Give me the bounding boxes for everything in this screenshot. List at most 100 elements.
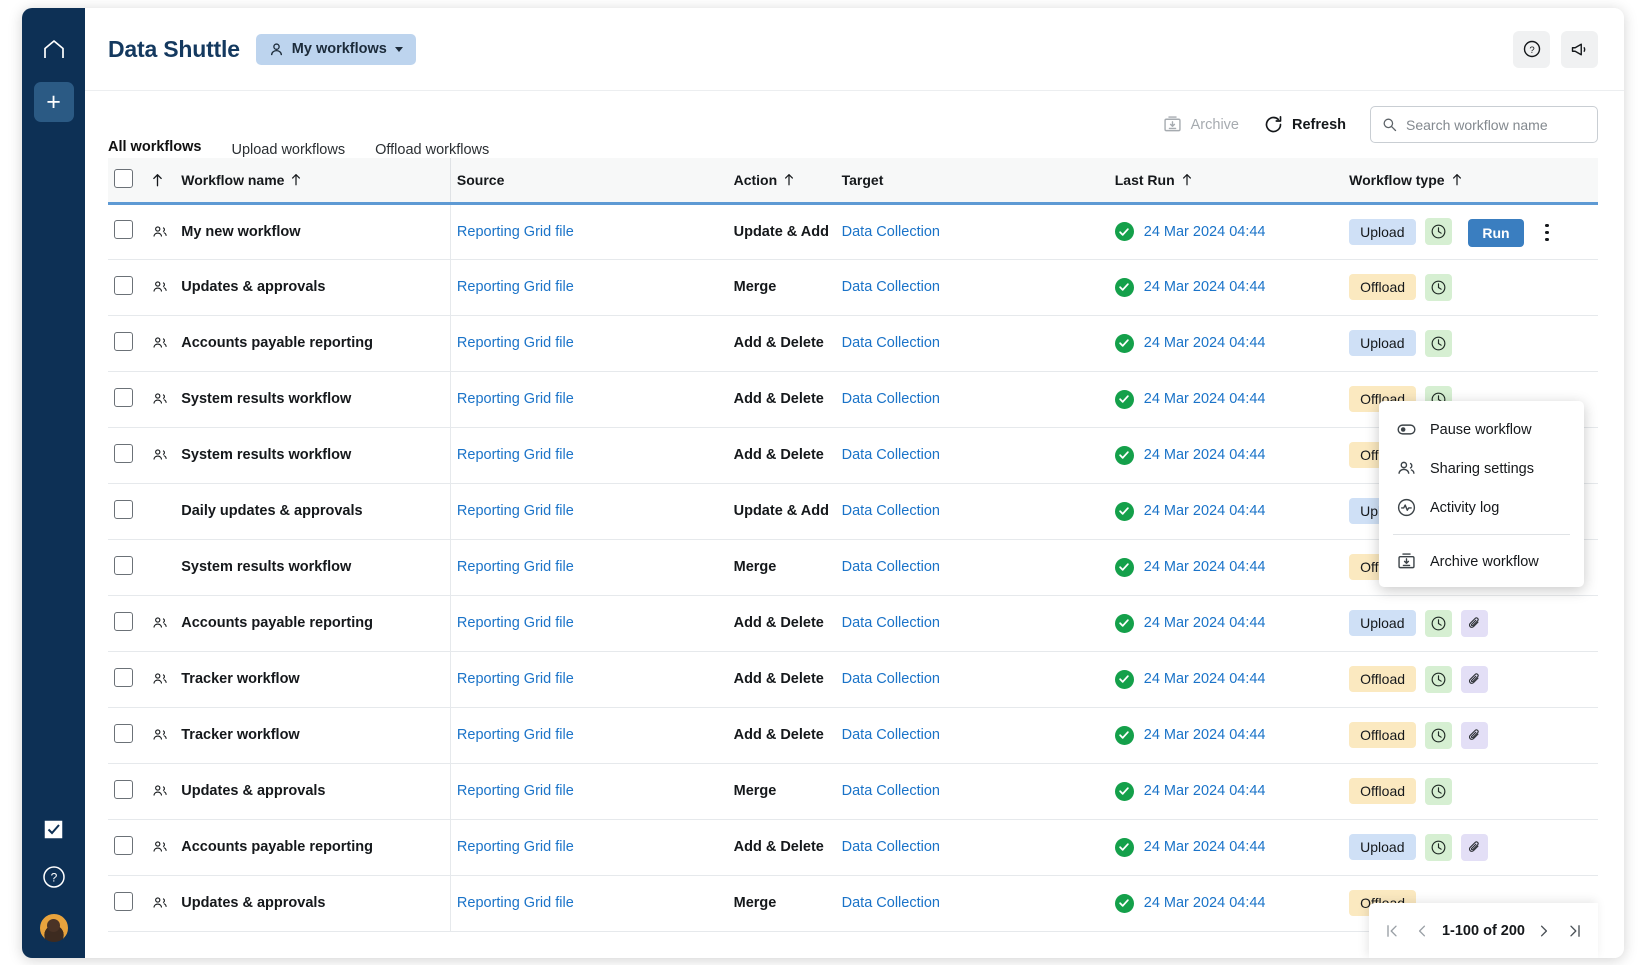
last-run-link[interactable]: 24 Mar 2024 04:44	[1144, 895, 1266, 911]
avatar[interactable]	[38, 912, 70, 944]
last-page-icon[interactable]	[1564, 917, 1586, 945]
home-icon[interactable]	[39, 34, 69, 64]
table-row[interactable]: System results workflowReporting Grid fi…	[108, 371, 1598, 427]
last-run-link[interactable]: 24 Mar 2024 04:44	[1144, 335, 1266, 351]
attachment-link-icon[interactable]	[1461, 610, 1488, 637]
source-link[interactable]: Reporting Grid file	[457, 783, 574, 799]
source-link[interactable]: Reporting Grid file	[457, 447, 574, 463]
schedule-clock-icon[interactable]	[1425, 610, 1452, 637]
table-row[interactable]: Updates & approvalsReporting Grid fileMe…	[108, 259, 1598, 315]
attachment-link-icon[interactable]	[1461, 666, 1488, 693]
row-checkbox[interactable]	[114, 332, 133, 351]
last-run-link[interactable]: 24 Mar 2024 04:44	[1144, 615, 1266, 631]
target-link[interactable]: Data Collection	[842, 615, 940, 631]
source-link[interactable]: Reporting Grid file	[457, 895, 574, 911]
schedule-clock-icon[interactable]	[1425, 274, 1452, 301]
last-run-link[interactable]: 24 Mar 2024 04:44	[1144, 447, 1266, 463]
source-link[interactable]: Reporting Grid file	[457, 503, 574, 519]
shared-sort-header[interactable]	[145, 158, 176, 203]
last-run-link[interactable]: 24 Mar 2024 04:44	[1144, 783, 1266, 799]
table-row[interactable]: Accounts payable reportingReporting Grid…	[108, 819, 1598, 875]
select-all-checkbox[interactable]	[114, 169, 133, 188]
schedule-clock-icon[interactable]	[1425, 218, 1452, 245]
column-workflow-type[interactable]: Workflow type	[1343, 158, 1598, 203]
table-row[interactable]: Tracker workflowReporting Grid fileAdd &…	[108, 707, 1598, 763]
last-run-link[interactable]: 24 Mar 2024 04:44	[1144, 559, 1266, 575]
source-link[interactable]: Reporting Grid file	[457, 671, 574, 687]
target-link[interactable]: Data Collection	[842, 391, 940, 407]
table-row[interactable]: My new workflowReporting Grid fileUpdate…	[108, 203, 1598, 259]
source-link[interactable]: Reporting Grid file	[457, 335, 574, 351]
column-action[interactable]: Action	[728, 158, 836, 203]
row-checkbox[interactable]	[114, 668, 133, 687]
schedule-clock-icon[interactable]	[1425, 834, 1452, 861]
table-row[interactable]: Daily updates & approvalsReporting Grid …	[108, 483, 1598, 539]
menu-item-activity-log[interactable]: Activity log	[1379, 488, 1584, 527]
attachment-link-icon[interactable]	[1461, 834, 1488, 861]
last-run-link[interactable]: 24 Mar 2024 04:44	[1144, 671, 1266, 687]
source-link[interactable]: Reporting Grid file	[457, 727, 574, 743]
source-link[interactable]: Reporting Grid file	[457, 391, 574, 407]
row-checkbox[interactable]	[114, 780, 133, 799]
column-workflow-name[interactable]: Workflow name	[175, 158, 450, 203]
schedule-clock-icon[interactable]	[1425, 666, 1452, 693]
last-run-link[interactable]: 24 Mar 2024 04:44	[1144, 224, 1266, 240]
schedule-clock-icon[interactable]	[1425, 778, 1452, 805]
next-page-icon[interactable]	[1533, 917, 1555, 945]
table-row[interactable]: System results workflowReporting Grid fi…	[108, 427, 1598, 483]
last-run-link[interactable]: 24 Mar 2024 04:44	[1144, 727, 1266, 743]
target-link[interactable]: Data Collection	[842, 279, 940, 295]
table-row[interactable]: Accounts payable reportingReporting Grid…	[108, 315, 1598, 371]
table-row[interactable]: Accounts payable reportingReporting Grid…	[108, 595, 1598, 651]
table-row[interactable]: System results workflowReporting Grid fi…	[108, 539, 1598, 595]
row-checkbox[interactable]	[114, 612, 133, 631]
help-circle-icon[interactable]: ?	[1513, 31, 1550, 68]
run-button[interactable]: Run	[1468, 219, 1524, 247]
row-checkbox[interactable]	[114, 724, 133, 743]
target-link[interactable]: Data Collection	[842, 783, 940, 799]
last-run-link[interactable]: 24 Mar 2024 04:44	[1144, 503, 1266, 519]
add-workflow-button[interactable]: +	[34, 82, 74, 122]
table-row[interactable]: Updates & approvalsReporting Grid fileMe…	[108, 763, 1598, 819]
target-link[interactable]: Data Collection	[842, 839, 940, 855]
row-checkbox[interactable]	[114, 836, 133, 855]
kebab-menu-icon[interactable]	[1536, 217, 1558, 249]
checkbox-checked-icon[interactable]	[41, 816, 67, 842]
target-link[interactable]: Data Collection	[842, 335, 940, 351]
last-run-link[interactable]: 24 Mar 2024 04:44	[1144, 391, 1266, 407]
target-link[interactable]: Data Collection	[842, 559, 940, 575]
source-link[interactable]: Reporting Grid file	[457, 559, 574, 575]
search-box[interactable]	[1370, 106, 1598, 143]
source-link[interactable]: Reporting Grid file	[457, 224, 574, 240]
menu-item-archive-workflow[interactable]: Archive workflow	[1379, 542, 1584, 581]
question-circle-icon[interactable]: ?	[41, 864, 67, 890]
row-checkbox[interactable]	[114, 556, 133, 575]
column-last-run[interactable]: Last Run	[1109, 158, 1343, 203]
target-link[interactable]: Data Collection	[842, 895, 940, 911]
target-link[interactable]: Data Collection	[842, 671, 940, 687]
row-checkbox[interactable]	[114, 892, 133, 911]
target-link[interactable]: Data Collection	[842, 727, 940, 743]
refresh-button[interactable]: Refresh	[1263, 114, 1346, 135]
source-link[interactable]: Reporting Grid file	[457, 615, 574, 631]
row-checkbox[interactable]	[114, 276, 133, 295]
target-link[interactable]: Data Collection	[842, 503, 940, 519]
menu-item-sharing-settings[interactable]: Sharing settings	[1379, 449, 1584, 488]
row-checkbox[interactable]	[114, 444, 133, 463]
attachment-link-icon[interactable]	[1461, 722, 1488, 749]
table-row[interactable]: Tracker workflowReporting Grid fileAdd &…	[108, 651, 1598, 707]
workflow-scope-selector[interactable]: My workflows	[256, 34, 416, 65]
menu-item-pause-workflow[interactable]: Pause workflow	[1379, 410, 1584, 449]
target-link[interactable]: Data Collection	[842, 447, 940, 463]
megaphone-icon[interactable]	[1561, 31, 1598, 68]
row-checkbox[interactable]	[114, 220, 133, 239]
schedule-clock-icon[interactable]	[1425, 722, 1452, 749]
archive-button[interactable]: Archive	[1162, 114, 1239, 135]
last-run-link[interactable]: 24 Mar 2024 04:44	[1144, 279, 1266, 295]
target-link[interactable]: Data Collection	[842, 224, 940, 240]
last-run-link[interactable]: 24 Mar 2024 04:44	[1144, 839, 1266, 855]
prev-page-icon[interactable]	[1411, 917, 1433, 945]
source-link[interactable]: Reporting Grid file	[457, 839, 574, 855]
row-checkbox[interactable]	[114, 500, 133, 519]
row-checkbox[interactable]	[114, 388, 133, 407]
